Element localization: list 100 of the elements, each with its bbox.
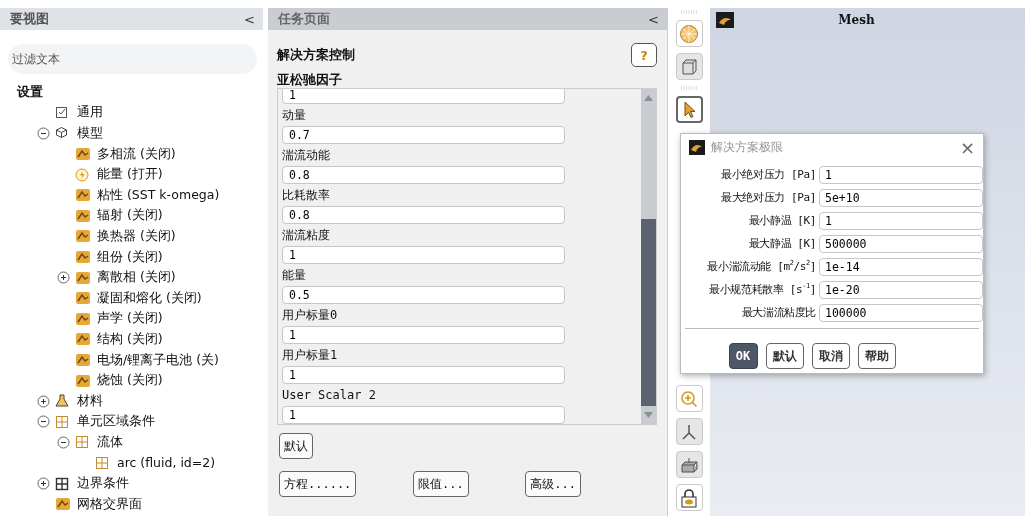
tree-item[interactable]: 网格交界面 <box>77 495 142 513</box>
tree-item[interactable]: 单元区域条件 <box>77 413 155 431</box>
lightning-icon <box>75 167 91 182</box>
tree-item[interactable]: 电场/锂离子电池 (关) <box>97 351 219 369</box>
page-heading: 解决方案控制 <box>277 46 355 64</box>
model-icon <box>75 208 91 223</box>
input-field[interactable]: 500000 <box>819 235 983 253</box>
input-field[interactable]: 0.8 <box>282 166 565 184</box>
input-field[interactable]: 1e-14 <box>819 258 983 276</box>
input-field[interactable]: 0.5 <box>282 286 565 304</box>
field-label: 用户标量1 <box>282 347 339 364</box>
field-label: 最小绝对压力 [Pa] <box>720 167 816 183</box>
input-field[interactable]: 100000 <box>819 304 983 322</box>
input-field[interactable]: 1e-20 <box>819 281 983 299</box>
tree-heading[interactable]: 设置 <box>17 83 43 101</box>
model-icon <box>75 373 91 388</box>
input-field[interactable]: 1 <box>819 166 983 184</box>
tree-item[interactable]: 结构 (关闭) <box>97 330 163 348</box>
scrollbar[interactable] <box>641 89 656 424</box>
input-field[interactable]: 1 <box>282 406 565 424</box>
model-icon <box>75 311 91 326</box>
field-label: 最小静温 [K] <box>747 213 816 229</box>
action-button[interactable]: 方程...... <box>279 471 357 497</box>
tree-item[interactable]: 边界条件 <box>77 475 129 493</box>
model-icon <box>75 353 91 367</box>
model-icon <box>75 270 91 285</box>
logo-icon <box>689 140 705 155</box>
dialog-button[interactable]: 帮助 <box>857 343 896 369</box>
input-field[interactable]: 5e+10 <box>819 189 983 207</box>
sphere-icon <box>679 23 699 44</box>
tree-item[interactable]: 流体 <box>97 433 123 451</box>
dialog-button[interactable]: 取消 <box>811 343 850 369</box>
tree-item[interactable]: 能量 (打开) <box>97 166 163 184</box>
input-field[interactable]: 1 <box>819 212 983 230</box>
input-field[interactable]: 1 <box>282 326 565 344</box>
input-field[interactable]: 0.8 <box>282 206 565 224</box>
pointer-button[interactable] <box>675 96 703 123</box>
default-button[interactable]: 默认 <box>279 433 313 459</box>
tree-item[interactable]: 辐射 (关闭) <box>97 207 163 225</box>
zoom-in-icon <box>679 388 699 409</box>
grid-icon <box>95 456 111 470</box>
logo-icon <box>716 12 734 28</box>
collapse-icon[interactable] <box>37 127 50 140</box>
tree-item[interactable]: 烧蚀 (关闭) <box>97 372 163 390</box>
input-field[interactable]: 1 <box>282 246 565 264</box>
field-label: 最大静温 [K] <box>747 236 816 252</box>
dialog-button[interactable]: 默认 <box>765 343 804 369</box>
input-field[interactable]: 1 <box>282 89 565 104</box>
field-label: 能量 <box>282 267 307 284</box>
expand-icon[interactable] <box>37 477 50 491</box>
flask-icon <box>55 394 71 409</box>
action-button[interactable]: 高级... <box>525 471 581 497</box>
collapse-button[interactable]: < <box>646 11 661 27</box>
grid-icon <box>55 476 71 491</box>
box-button[interactable] <box>675 451 703 478</box>
tree-item[interactable]: arc (fluid, id=2) <box>117 455 216 471</box>
grid-icon <box>75 435 91 450</box>
collapse-button[interactable]: < <box>242 11 257 27</box>
field-label: 用户标量0 <box>282 307 339 324</box>
collapse-icon[interactable] <box>57 435 70 449</box>
scroll-up-icon <box>644 95 653 101</box>
ok-button[interactable]: OK <box>728 343 758 369</box>
field-label: 湍流动能 <box>282 147 331 164</box>
lock-button[interactable] <box>675 484 703 511</box>
model-icon <box>75 291 91 306</box>
model-icon <box>75 188 91 203</box>
field-label: User Scalar 2 <box>282 387 377 404</box>
tree-item[interactable]: 模型 <box>77 125 103 142</box>
field-label: 最大湍流粘度比 <box>740 305 816 321</box>
tree-item[interactable]: 声学 (关闭) <box>97 310 163 328</box>
dialog-title: 解决方案极限 <box>711 139 784 156</box>
input-field[interactable]: 1 <box>282 366 565 384</box>
action-button[interactable]: 限值... <box>413 471 469 497</box>
tree-item[interactable]: 粘性 (SST k-omega) <box>97 186 220 204</box>
field-label: 比耗散率 <box>282 187 331 204</box>
model-icon <box>75 332 91 347</box>
tree-item[interactable]: 离散相 (关闭) <box>97 269 176 287</box>
field-label: 动量 <box>282 107 307 124</box>
tree-item[interactable]: 多相流 (关闭) <box>97 145 176 163</box>
tree-item[interactable]: 组份 (关闭) <box>97 248 163 266</box>
axes-button[interactable] <box>675 418 703 445</box>
cube-button[interactable] <box>675 53 703 80</box>
input-field[interactable]: 0.7 <box>282 126 565 144</box>
model-icon <box>75 250 91 265</box>
close-button[interactable]: × <box>959 137 975 158</box>
tree-item[interactable]: 通用 <box>77 104 103 122</box>
field-label: 湍流粘度 <box>282 227 331 244</box>
expand-icon[interactable] <box>37 394 50 408</box>
tree-item[interactable]: 凝固和熔化 (关闭) <box>97 289 202 307</box>
filter-field[interactable]: 过滤文本 <box>8 44 257 74</box>
model-icon <box>75 229 91 244</box>
panel-title: 任务页面 <box>278 10 330 28</box>
collapse-icon[interactable] <box>37 415 50 429</box>
expand-icon[interactable] <box>57 271 70 285</box>
scroll-down-icon <box>644 412 653 418</box>
tree-item[interactable]: 换热器 (关闭) <box>97 227 176 245</box>
grid-icon <box>55 414 71 429</box>
tree-item[interactable]: 材料 <box>77 392 103 410</box>
graphics-title: Mesh <box>837 13 876 27</box>
field-label: 最小规范耗散率 [s$^{-1}$] <box>708 281 816 298</box>
